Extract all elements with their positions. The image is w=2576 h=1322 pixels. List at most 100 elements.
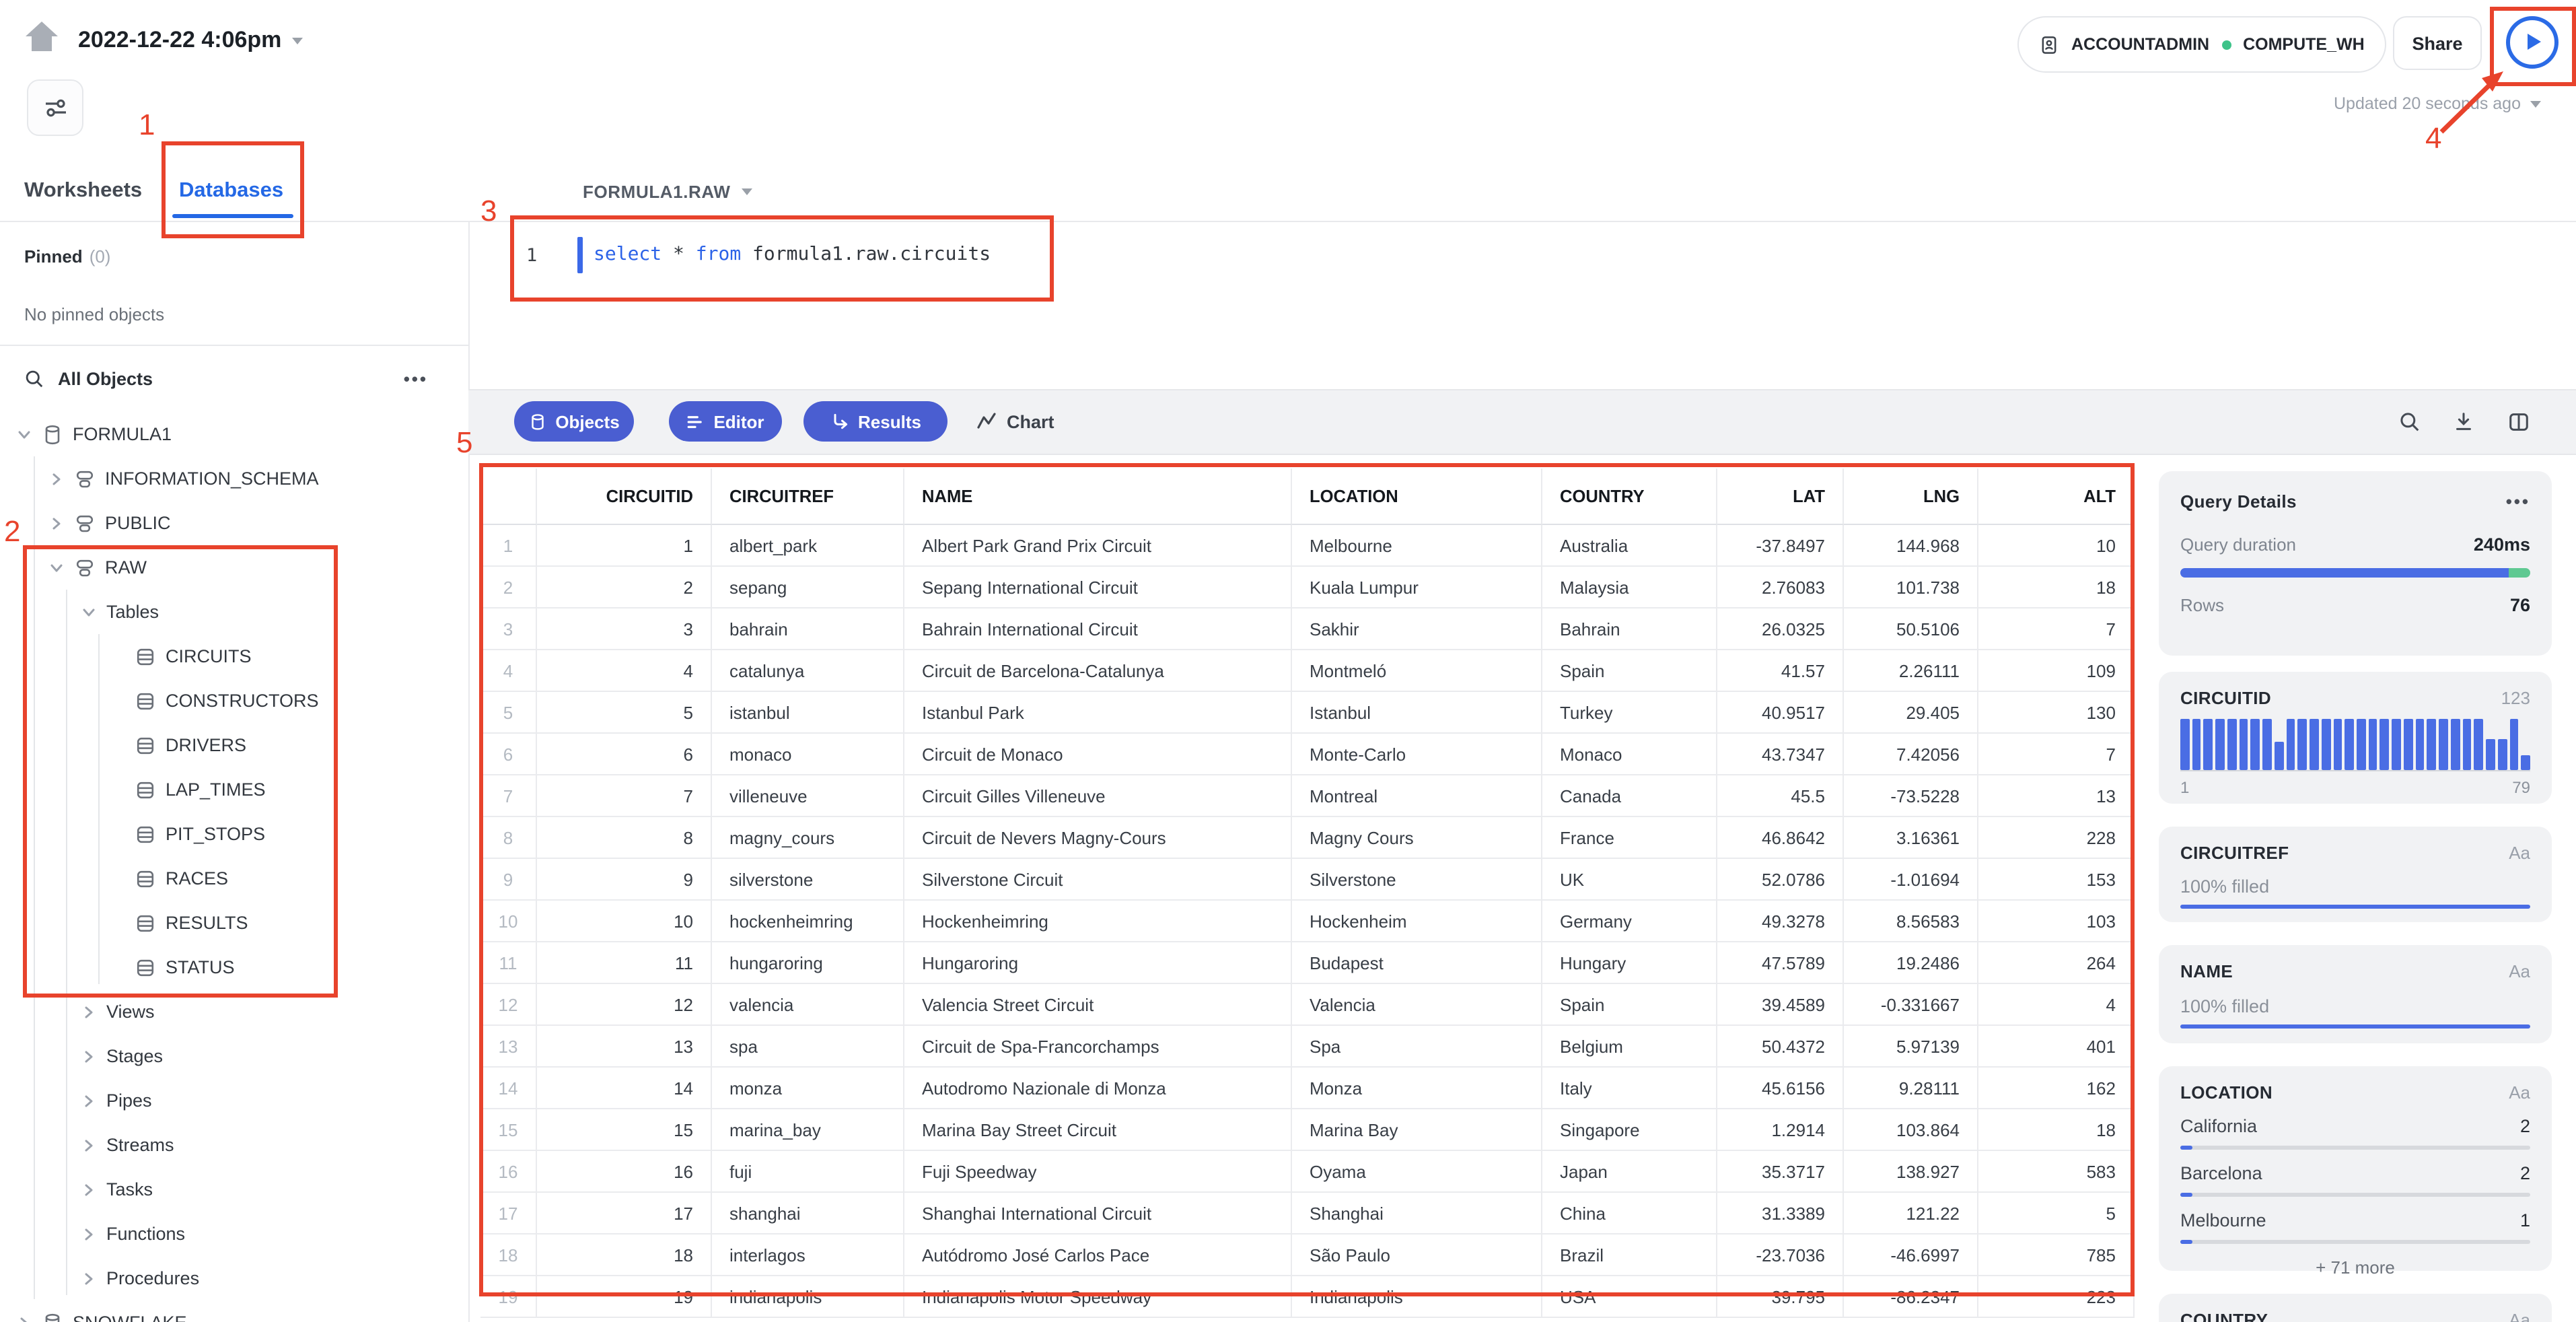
tree-item-pit_stops[interactable]: PIT_STOPS [0, 812, 467, 856]
column-header-lat[interactable]: LAT [1717, 468, 1844, 525]
tree-item-streams[interactable]: Streams [0, 1123, 467, 1167]
histogram-bar [2415, 719, 2425, 770]
tree-item-procedures[interactable]: Procedures [0, 1256, 467, 1300]
tree-item-status[interactable]: STATUS [0, 945, 467, 989]
tree-item-tables[interactable]: Tables [0, 590, 467, 634]
stat-row[interactable]: Barcelona 2 [2180, 1163, 2530, 1183]
tree-item-raw[interactable]: RAW [0, 545, 467, 590]
cell-alt: 401 [1978, 1026, 2135, 1068]
stat-label: Melbourne [2180, 1210, 2266, 1230]
table-row[interactable]: 6 6 monaco Circuit de Monaco Monte-Carlo Mona… [480, 734, 2135, 775]
column-header-circuitid[interactable]: CIRCUITID [537, 468, 712, 525]
table-row[interactable]: 17 17 shanghai Shanghai International Circu… [480, 1193, 2135, 1234]
table-row[interactable]: 15 15 marina_bay Marina Bay Street Circuit M… [480, 1109, 2135, 1151]
table-row[interactable]: 4 4 catalunya Circuit de Barcelona-Cataluny… [480, 650, 2135, 692]
worksheet-title-dropdown[interactable]: 2022-12-22 4:06pm [78, 27, 303, 54]
editor-context-selector[interactable]: FORMULA1.RAW [583, 182, 752, 202]
stat-row[interactable]: California 2 [2180, 1116, 2530, 1136]
tab-chart[interactable]: Chart [976, 401, 1054, 442]
tab-objects[interactable]: Objects [514, 401, 634, 442]
table-row[interactable]: 7 7 villeneuve Circuit Gilles Villeneuve Mon… [480, 775, 2135, 817]
table-row[interactable]: 18 18 interlagos Autódromo José Carlos Pace… [480, 1234, 2135, 1276]
cell-location: Marina Bay [1292, 1109, 1542, 1151]
table-row[interactable]: 8 8 magny_cours Circuit de Nevers Magny-Cou… [480, 817, 2135, 859]
objects-menu-button[interactable]: ••• [404, 368, 428, 388]
sidebar-tab-worksheets[interactable]: Worksheets [24, 179, 142, 203]
tree-item-views[interactable]: Views [0, 989, 467, 1034]
tree-item-information_schema[interactable]: INFORMATION_SCHEMA [0, 456, 467, 501]
cell-circuitref: interlagos [712, 1234, 904, 1276]
chevron-right-icon [81, 1048, 97, 1064]
table-row[interactable]: 19 19 indianapolis Indianapolis Motor Speed… [480, 1276, 2135, 1318]
tree-item-functions[interactable]: Functions [0, 1212, 467, 1256]
tree-item-public[interactable]: PUBLIC [0, 501, 467, 545]
cell-country: Hungary [1542, 942, 1717, 984]
tree-item-snowflake[interactable]: SNOWFLAKE [0, 1300, 467, 1322]
column-header-name[interactable]: NAME [904, 468, 1292, 525]
histogram-bar [2521, 755, 2531, 770]
cell-country: Malaysia [1542, 567, 1717, 608]
tree-item-tasks[interactable]: Tasks [0, 1167, 467, 1212]
tree-item-drivers[interactable]: DRIVERS [0, 723, 467, 767]
download-results-button[interactable] [2449, 408, 2476, 435]
table-row[interactable]: 9 9 silverstone Silverstone Circuit Silverst… [480, 859, 2135, 901]
tree-item-results[interactable]: RESULTS [0, 901, 467, 945]
column-header-location[interactable]: LOCATION [1292, 468, 1542, 525]
tab-results[interactable]: Results [803, 401, 947, 442]
tree-item-formula1[interactable]: FORMULA1 [0, 412, 467, 456]
tree-item-pipes[interactable]: Pipes [0, 1078, 467, 1123]
tab-editor[interactable]: Editor [669, 401, 782, 442]
cell-alt: 4 [1978, 984, 2135, 1026]
home-icon[interactable] [23, 19, 61, 54]
cell-location: Magny Cours [1292, 817, 1542, 859]
role-label: ACCOUNTADMIN [2071, 35, 2210, 54]
database-tree: FORMULA1 INFORMATION_SCHEMA PUBLIC RAW Table… [0, 412, 467, 1322]
cell-name: Autódromo José Carlos Pace [904, 1234, 1292, 1276]
tree-item-stages[interactable]: Stages [0, 1034, 467, 1078]
cell-country: USA [1542, 1276, 1717, 1318]
cell-lat: 1.2914 [1717, 1109, 1844, 1151]
sidebar-tab-databases[interactable]: Databases [179, 179, 283, 203]
tree-item-circuits[interactable]: CIRCUITS [0, 634, 467, 679]
table-row[interactable]: 10 10 hockenheimring Hockenheimring Hockenhe… [480, 901, 2135, 942]
all-objects-search[interactable]: All Objects ••• [0, 358, 468, 398]
sql-editor-line[interactable]: select * from formula1.raw.circuits [594, 244, 991, 265]
column-header-alt[interactable]: ALT [1978, 468, 2135, 525]
tree-item-races[interactable]: RACES [0, 856, 467, 901]
results-table: CIRCUITID CIRCUITREF NAME LOCATION COUNTRY LA… [480, 468, 2135, 1318]
tree-item-label: Tables [106, 602, 159, 622]
cell-lat: -37.8497 [1717, 525, 1844, 567]
cell-country: Canada [1542, 775, 1717, 817]
row-number: 17 [480, 1193, 537, 1234]
show-more-values[interactable]: + 71 more [2180, 1257, 2530, 1278]
stat-row[interactable]: Melbourne 1 [2180, 1210, 2530, 1230]
chevron-down-icon [81, 604, 97, 620]
chevron-right-icon [81, 1270, 97, 1286]
table-row[interactable]: 14 14 monza Autodromo Nazionale di Monza Mon… [480, 1068, 2135, 1109]
location-stats-card: LOCATION Aa California 2 Barcelona 2 Melbour… [2159, 1066, 2552, 1278]
table-row[interactable]: 3 3 bahrain Bahrain International Circuit Sa… [480, 608, 2135, 650]
column-header-lng[interactable]: LNG [1844, 468, 1978, 525]
stat-bar [2180, 1240, 2530, 1244]
split-columns-button[interactable] [2505, 408, 2532, 435]
table-row[interactable]: 5 5 istanbul Istanbul Park Istanbul Turkey 40.… [480, 692, 2135, 734]
filters-button[interactable] [27, 79, 83, 136]
tree-item-constructors[interactable]: CONSTRUCTORS [0, 679, 467, 723]
column-header-circuitref[interactable]: CIRCUITREF [712, 468, 904, 525]
table-row[interactable]: 2 2 sepang Sepang International Circuit Kual… [480, 567, 2135, 608]
cell-location: São Paulo [1292, 1234, 1542, 1276]
table-row[interactable]: 11 11 hungaroring Hungaroring Budapest Hungar… [480, 942, 2135, 984]
query-details-title: Query Details [2180, 491, 2297, 512]
column-header-country[interactable]: COUNTRY [1542, 468, 1717, 525]
table-row[interactable]: 13 13 spa Circuit de Spa-Francorchamps Spa Be… [480, 1026, 2135, 1068]
table-row[interactable]: 16 16 fuji Fuji Speedway Oyama Japan 35.3717 13… [480, 1151, 2135, 1193]
context-selector[interactable]: ACCOUNTADMIN COMPUTE_WH [2017, 16, 2386, 73]
table-row[interactable]: 12 12 valencia Valencia Street Circuit Valen… [480, 984, 2135, 1026]
tree-item-lap_times[interactable]: LAP_TIMES [0, 767, 467, 812]
table-row[interactable]: 1 1 albert_park Albert Park Grand Prix Circ… [480, 525, 2135, 567]
cell-circuitid: 16 [537, 1151, 712, 1193]
cell-country: UK [1542, 859, 1717, 901]
cell-circuitref: shanghai [712, 1193, 904, 1234]
query-details-menu-button[interactable]: ••• [2506, 491, 2530, 512]
search-results-button[interactable] [2396, 408, 2423, 435]
